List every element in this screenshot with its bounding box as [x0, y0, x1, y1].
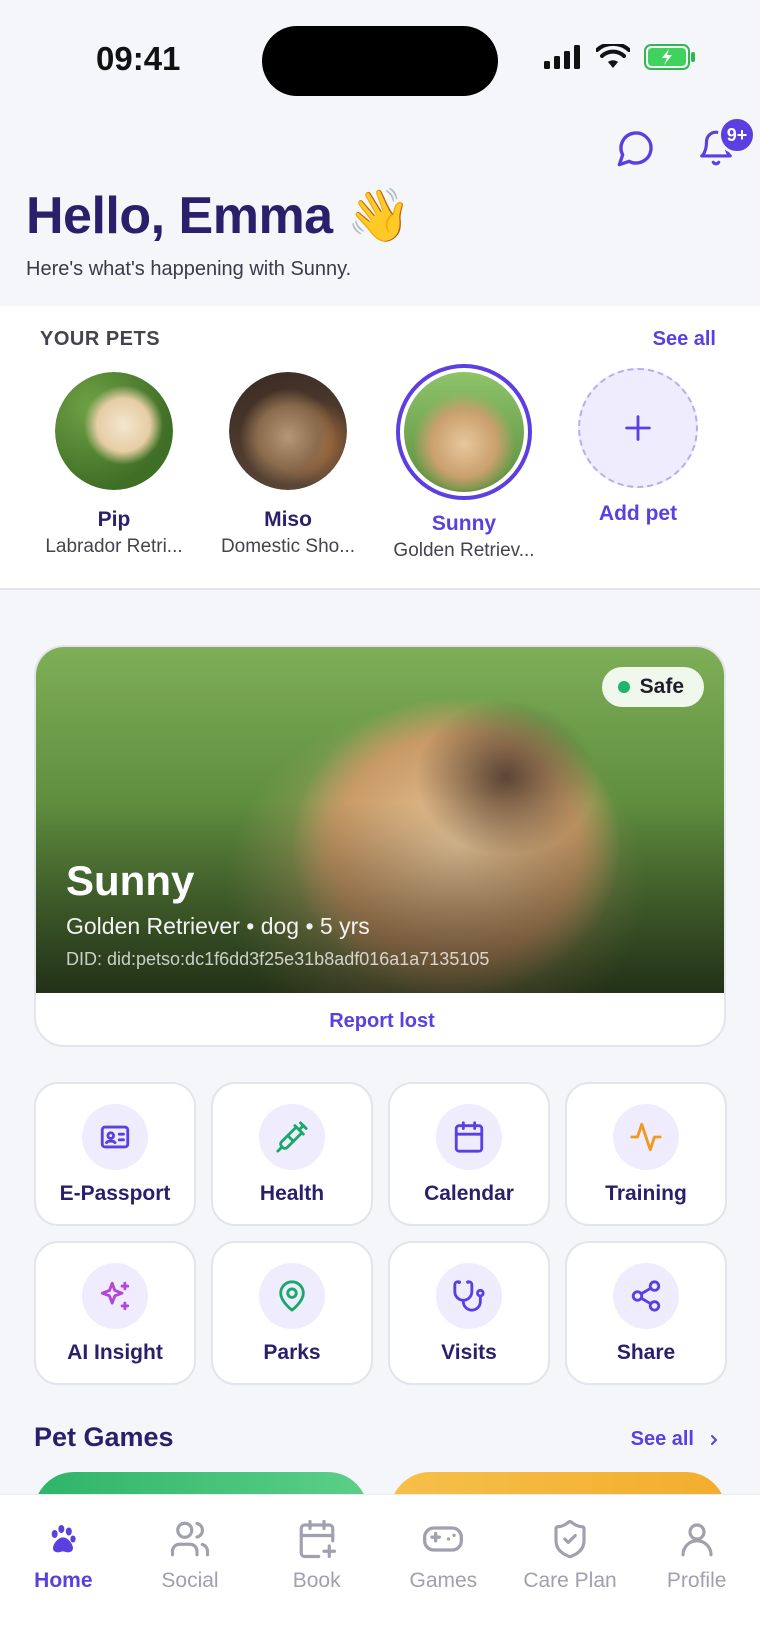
tile-label: Parks	[263, 1341, 321, 1364]
pet-card-meta: Golden Retriever • dog • 5 yrs	[66, 913, 370, 939]
map-pin-icon	[259, 1263, 325, 1329]
tile-label: Health	[259, 1182, 325, 1205]
tile-label: Share	[616, 1341, 676, 1364]
tile-label: Visits	[441, 1341, 497, 1364]
tile-label: AI Insight	[67, 1341, 163, 1364]
pet-item-miso[interactable]: Miso Domestic Sho...	[208, 372, 368, 558]
stethoscope-icon	[436, 1263, 502, 1329]
quick-actions-grid: E-Passport Health Calendar Training AI I…	[34, 1082, 728, 1385]
pet-breed: Golden Retriev...	[393, 540, 535, 561]
tab-label: Games	[409, 1569, 478, 1592]
status-icons	[544, 44, 696, 70]
games-see-all-link[interactable]: See all	[631, 1428, 722, 1451]
tab-label: Care Plan	[523, 1569, 617, 1592]
games-see-all-label: See all	[630, 1428, 694, 1450]
shield-check-icon	[546, 1515, 594, 1563]
tile-calendar[interactable]: Calendar	[388, 1082, 550, 1226]
tile-health[interactable]: Health	[211, 1082, 373, 1226]
tab-profile[interactable]: Profile	[633, 1495, 760, 1652]
tab-label: Profile	[666, 1569, 727, 1592]
safe-dot-icon	[617, 681, 630, 693]
chat-bubble-icon	[617, 131, 653, 167]
chevron-right-icon	[711, 1434, 717, 1445]
signal-icon	[544, 45, 580, 69]
tile-parks[interactable]: Parks	[211, 1241, 373, 1385]
status-bar: 09:41	[0, 0, 760, 120]
share-icon	[613, 1263, 679, 1329]
pet-item-sunny[interactable]: Sunny Golden Retriev...	[384, 364, 544, 562]
pet-name: Miso	[264, 508, 312, 531]
add-pet-button[interactable]: Add pet	[578, 368, 698, 526]
pet-breed: Domestic Sho...	[220, 536, 356, 557]
status-time: 09:41	[96, 40, 181, 77]
tile-label: E-Passport	[59, 1182, 171, 1205]
tile-label: Training	[605, 1182, 687, 1205]
pets-see-all-link[interactable]: See all	[653, 328, 716, 351]
tile-ai-insight[interactable]: AI Insight	[34, 1241, 196, 1385]
users-icon	[166, 1515, 214, 1563]
notifications-badge: 9+	[718, 116, 756, 154]
wifi-icon	[596, 44, 630, 68]
id-card-icon	[82, 1104, 148, 1170]
dynamic-island	[262, 26, 498, 96]
tab-label: Home	[34, 1569, 93, 1592]
gamepad-icon	[419, 1515, 467, 1563]
greeting: Hello, Emma 👋	[26, 187, 411, 245]
status-badge-label: Safe	[639, 675, 684, 698]
tab-social[interactable]: Social	[127, 1495, 254, 1652]
plus-icon	[578, 368, 698, 488]
tab-label: Book	[292, 1569, 341, 1592]
tile-label: Calendar	[424, 1182, 514, 1205]
pet-name: Sunny	[431, 512, 497, 535]
syringe-icon	[259, 1104, 325, 1170]
tile-visits[interactable]: Visits	[388, 1241, 550, 1385]
top-actions: 9+	[614, 116, 756, 170]
notifications-button[interactable]: 9+	[694, 116, 756, 170]
pet-avatar	[229, 372, 347, 490]
pet-games-title: Pet Games	[34, 1422, 174, 1452]
tab-games[interactable]: Games	[380, 1495, 507, 1652]
pets-section-title: YOUR PETS	[40, 328, 161, 350]
tile-e-passport[interactable]: E-Passport	[34, 1082, 196, 1226]
tile-share[interactable]: Share	[565, 1241, 727, 1385]
pet-card-did: DID: did:petso:dc1f6dd3f25e31b8adf016a1a…	[66, 949, 490, 969]
sparkles-icon	[82, 1263, 148, 1329]
tile-training[interactable]: Training	[565, 1082, 727, 1226]
calendar-plus-icon	[293, 1515, 341, 1563]
pets-section: YOUR PETS See all Pip Labrador Retri... …	[0, 306, 760, 590]
pet-card-name: Sunny	[66, 857, 195, 904]
pet-avatar	[55, 372, 173, 490]
paw-icon	[39, 1515, 87, 1563]
battery-icon	[644, 44, 695, 70]
add-pet-label: Add pet	[598, 502, 678, 525]
pet-profile-card[interactable]: Safe Sunny Golden Retriever • dog • 5 yr…	[34, 645, 726, 1047]
greeting-subtitle: Here's what's happening with Sunny.	[26, 258, 352, 280]
report-lost-button[interactable]: Report lost	[36, 993, 724, 1045]
pet-avatar	[396, 364, 532, 500]
pet-breed: Labrador Retri...	[45, 536, 183, 557]
tab-label: Social	[161, 1569, 219, 1592]
status-badge: Safe	[601, 667, 704, 707]
calendar-icon	[436, 1104, 502, 1170]
activity-icon	[613, 1104, 679, 1170]
bottom-tab-bar: Home Social Book Games Care Plan Profile	[0, 1494, 760, 1652]
tab-book[interactable]: Book	[253, 1495, 380, 1652]
tab-care-plan[interactable]: Care Plan	[507, 1495, 634, 1652]
tab-home[interactable]: Home	[0, 1495, 127, 1652]
user-icon	[673, 1515, 721, 1563]
pet-item-pip[interactable]: Pip Labrador Retri...	[34, 372, 194, 558]
messages-button[interactable]	[614, 126, 658, 170]
pet-name: Pip	[97, 508, 131, 531]
